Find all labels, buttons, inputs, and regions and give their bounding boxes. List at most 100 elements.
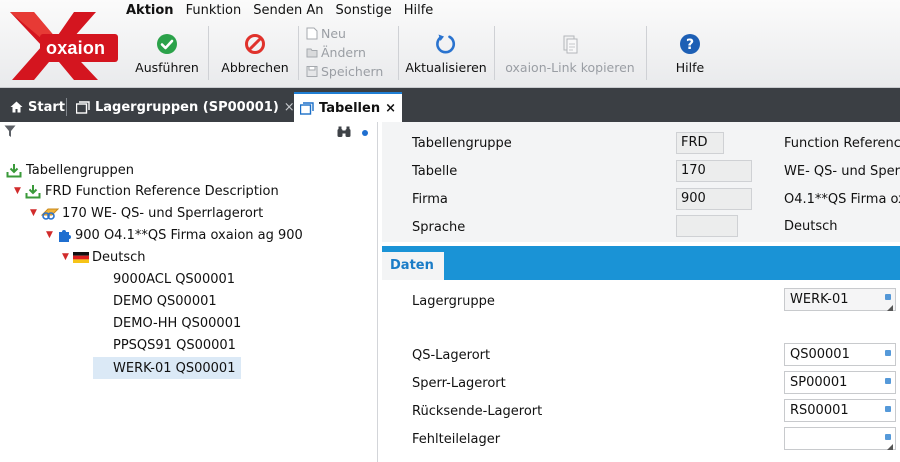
fehlteilelager-label: Fehlteilelager xyxy=(412,432,501,447)
change-button[interactable]: Ändern xyxy=(306,43,396,62)
tabellengruppe-description: Function Reference Description xyxy=(784,136,900,151)
tree-node-label: 900 O4.1**QS Firma oxaion ag 900 xyxy=(75,227,303,243)
lagergruppe-select[interactable]: WERK-01 xyxy=(784,288,896,311)
new-document-icon xyxy=(306,27,318,40)
execute-label: Ausführen xyxy=(135,60,199,75)
toolbar-separator xyxy=(398,26,399,80)
tree-toolbar xyxy=(0,122,377,144)
tree-node-deutsch[interactable]: ▼ Deutsch xyxy=(62,247,146,267)
cancel-icon xyxy=(245,34,265,54)
tree-node-label: WERK-01 QS00001 xyxy=(113,360,236,376)
binoculars-icon[interactable] xyxy=(337,126,351,138)
svg-text:?: ? xyxy=(686,37,694,53)
toolbar-separator xyxy=(646,26,647,80)
ribbon: oxaion Aktion Funktion Senden An Sonstig… xyxy=(0,0,900,88)
logo-text: oxaion xyxy=(46,38,106,58)
tab-tabellen-label: Tabellen xyxy=(319,100,381,116)
execute-button[interactable]: Ausführen xyxy=(132,26,202,84)
expand-caret-icon[interactable]: ▼ xyxy=(46,230,54,240)
cancel-label: Abbrechen xyxy=(221,60,289,75)
tree-leaf-demo[interactable]: DEMO QS00001 xyxy=(113,291,217,311)
menu-funktion[interactable]: Funktion xyxy=(186,3,242,21)
refresh-button[interactable]: Aktualisieren xyxy=(402,26,490,84)
cancel-button[interactable]: Abbrechen xyxy=(216,26,294,84)
download-tree-icon xyxy=(6,163,22,177)
ruecksende-lagerort-label: Rücksende-Lagerort xyxy=(412,404,543,419)
tab-lagergruppen-label: Lagergruppen (SP00001) xyxy=(95,99,279,115)
expand-caret-icon[interactable]: ▼ xyxy=(30,208,38,218)
filter-icon[interactable] xyxy=(4,125,16,138)
firma-label: Firma xyxy=(412,192,448,207)
status-dot-icon xyxy=(362,130,368,136)
lookup-icon[interactable] xyxy=(885,406,891,412)
help-button[interactable]: ? Hilfe xyxy=(664,26,716,84)
new-label: Neu xyxy=(321,26,346,41)
change-label: Ändern xyxy=(321,45,366,60)
header-fields: Tabellengruppe FRD Function Reference De… xyxy=(382,122,900,242)
tree-leaf-ppsqs91[interactable]: PPSQS91 QS00001 xyxy=(113,335,236,355)
sperr-lagerort-input[interactable]: SP00001 xyxy=(784,371,896,394)
tab-start[interactable]: Start xyxy=(4,92,71,122)
copy-link-button[interactable]: oxaion-Link kopieren xyxy=(498,26,642,84)
check-icon xyxy=(157,34,177,54)
tab-lagergruppen[interactable]: Lagergruppen (SP00001) × xyxy=(70,92,301,122)
dropdown-corner-icon xyxy=(887,305,893,311)
tree-node-170[interactable]: ▼ 170 WE- QS- und Sperrlagerort xyxy=(30,203,263,223)
sperr-lagerort-label: Sperr-Lagerort xyxy=(412,376,506,391)
sprache-field xyxy=(676,215,738,237)
tree-node-900[interactable]: ▼ 900 O4.1**QS Firma oxaion ag 900 xyxy=(46,225,303,245)
tabellengruppe-field: FRD xyxy=(676,132,724,154)
download-tree-icon xyxy=(25,184,41,198)
tree-node-tabellengruppen[interactable]: Tabellengruppen xyxy=(6,160,134,180)
tabellengruppe-label: Tabellengruppe xyxy=(412,136,512,151)
lookup-icon[interactable] xyxy=(885,294,891,300)
tree-leaf-demo-hh[interactable]: DEMO-HH QS00001 xyxy=(113,313,241,333)
copy-link-label: oxaion-Link kopieren xyxy=(505,60,635,75)
toolbar-separator xyxy=(494,26,495,80)
tree-leaf-9000acl[interactable]: 9000ACL QS00001 xyxy=(113,269,235,289)
detail-panel: Tabellengruppe FRD Function Reference De… xyxy=(382,122,900,462)
menu-hilfe[interactable]: Hilfe xyxy=(404,3,434,21)
close-icon[interactable]: × xyxy=(385,101,396,116)
save-icon xyxy=(306,66,318,77)
tree-node-label: 170 WE- QS- und Sperrlagerort xyxy=(62,205,264,221)
tree-node-frd[interactable]: ▼ FRD Function Reference Description xyxy=(14,181,279,201)
tree-node-label: FRD Function Reference Description xyxy=(45,183,279,199)
tabelle-label: Tabelle xyxy=(412,164,458,179)
tree-panel: Tabellengruppen ▼ FRD Function Reference… xyxy=(0,122,378,462)
tabelle-field: 170 xyxy=(676,160,752,182)
menu-aktion[interactable]: Aktion xyxy=(126,3,174,21)
tab-divider xyxy=(66,98,67,116)
toolbar-separator xyxy=(208,26,209,80)
expand-caret-icon[interactable]: ▼ xyxy=(62,252,70,262)
new-button[interactable]: Neu xyxy=(306,24,396,43)
toolbar-separator xyxy=(298,26,299,80)
tree-node-label: Deutsch xyxy=(92,249,146,265)
tab-tabellen[interactable]: Tabellen × xyxy=(294,92,402,122)
menu-sonstige[interactable]: Sonstige xyxy=(336,3,392,21)
refresh-label: Aktualisieren xyxy=(405,60,487,75)
lookup-icon[interactable] xyxy=(885,434,891,440)
tree-node-label: DEMO QS00001 xyxy=(113,293,217,309)
help-label: Hilfe xyxy=(675,60,705,75)
tab-daten[interactable]: Daten xyxy=(382,252,444,280)
tab-bar: Start Lagergruppen (SP00001) × Tabellen … xyxy=(0,88,900,122)
tabelle-description: WE- QS- und Sperrlagerort xyxy=(784,164,900,179)
tab-start-label: Start xyxy=(28,99,65,115)
oxaion-logo: oxaion xyxy=(4,4,120,84)
fehlteilelager-input[interactable] xyxy=(784,427,896,450)
sprache-label: Sprache xyxy=(412,220,466,235)
copy-link-icon xyxy=(563,35,578,54)
expand-caret-icon[interactable]: ▼ xyxy=(14,186,22,196)
save-button[interactable]: Speichern xyxy=(306,62,396,81)
lookup-icon[interactable] xyxy=(885,350,891,356)
tree-node-label: 9000ACL QS00001 xyxy=(113,271,236,287)
tree-node-label: Tabellengruppen xyxy=(26,162,135,178)
tree-leaf-werk-01[interactable]: WERK-01 QS00001 xyxy=(93,357,242,379)
home-icon xyxy=(10,101,23,113)
menu-senden-an[interactable]: Senden An xyxy=(253,3,323,21)
ruecksende-lagerort-input[interactable]: RS00001 xyxy=(784,399,896,422)
qs-lagerort-input[interactable]: QS00001 xyxy=(784,343,896,366)
german-flag-icon xyxy=(73,251,89,263)
lookup-icon[interactable] xyxy=(885,378,891,384)
